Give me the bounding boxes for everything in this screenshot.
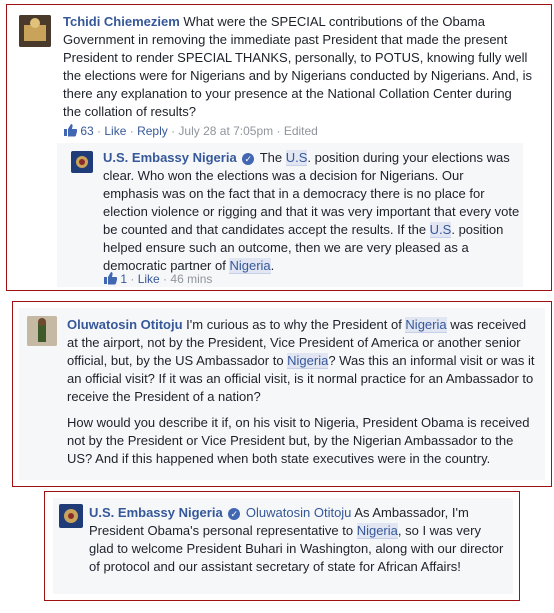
like-thumb-icon [103,271,118,289]
tag-nigeria[interactable]: Nigeria [356,523,398,539]
avatar[interactable] [27,316,57,346]
us-seal-icon [60,505,82,527]
profile-picture-icon [27,316,57,346]
comment-thread-frame-3: U.S. Embassy Nigeria ✓ Oluwatosin Otitoj… [44,491,520,601]
like-count[interactable]: 63 [80,124,93,138]
comment-thread-frame-2: Oluwatosin Otitoju I'm curious as to why… [12,301,552,487]
verified-badge-icon: ✓ [228,508,241,520]
comment-author[interactable]: Tchidi Chiemeziem [63,14,180,29]
tag-nigeria[interactable]: Nigeria [287,353,329,369]
reply-text-3: U.S. Embassy Nigeria ✓ Oluwatosin Otitoj… [89,504,509,576]
reply-link[interactable]: Reply [137,124,168,138]
reply-like-count[interactable]: 1 [120,272,127,286]
verified-badge-icon: ✓ [242,153,255,165]
comment-thread-frame-1: Tchidi Chiemeziem What were the SPECIAL … [6,4,552,291]
like-thumb-icon [63,123,78,141]
comment-panel-2: Oluwatosin Otitoju I'm curious as to why… [19,308,545,480]
tag-nigeria[interactable]: Nigeria [405,317,447,333]
profile-picture-icon [19,15,51,47]
reply-text-part: The [259,150,286,165]
comment-text-part: I'm curious as to why the President of [186,317,406,332]
like-link[interactable]: Like [104,124,126,138]
reply-author[interactable]: U.S. Embassy Nigeria [89,505,223,520]
reply-author[interactable]: U.S. Embassy Nigeria [103,150,237,165]
tag-nigeria[interactable]: Nigeria [229,258,271,274]
reply-text: U.S. Embassy Nigeria ✓ The U.S. position… [103,149,521,275]
embassy-avatar[interactable] [59,504,83,528]
reply-actions: 1 · Like · 46 mins [103,271,212,289]
comment-author[interactable]: Oluwatosin Otitoju [67,317,183,332]
mention-link[interactable]: Oluwatosin Otitoju [246,505,352,520]
comment-paragraph-2: How would you describe it if, on his vis… [67,415,530,466]
tag-us[interactable]: U.S [285,150,308,166]
comment-timestamp[interactable]: July 28 at 7:05pm [178,124,273,138]
comment-text-2: Oluwatosin Otitoju I'm curious as to why… [67,316,537,468]
tag-us[interactable]: U.S [429,222,452,238]
us-seal-icon [72,152,92,172]
reply-panel-3: U.S. Embassy Nigeria ✓ Oluwatosin Otitoj… [53,498,513,594]
comment-actions-1: 63 · Like · Reply · July 28 at 7:05pm · … [63,123,318,141]
reply-like-link[interactable]: Like [138,272,160,286]
edited-label[interactable]: Edited [284,124,318,138]
reply-panel: U.S. Embassy Nigeria ✓ The U.S. position… [57,143,523,287]
comment-text-1: Tchidi Chiemeziem What were the SPECIAL … [63,13,533,121]
avatar[interactable] [19,15,51,47]
comment-body: What were the SPECIAL contributions of t… [63,14,532,119]
reply-timestamp[interactable]: 46 mins [170,272,212,286]
reply-text-part: . [270,258,275,273]
embassy-avatar[interactable] [71,151,93,173]
